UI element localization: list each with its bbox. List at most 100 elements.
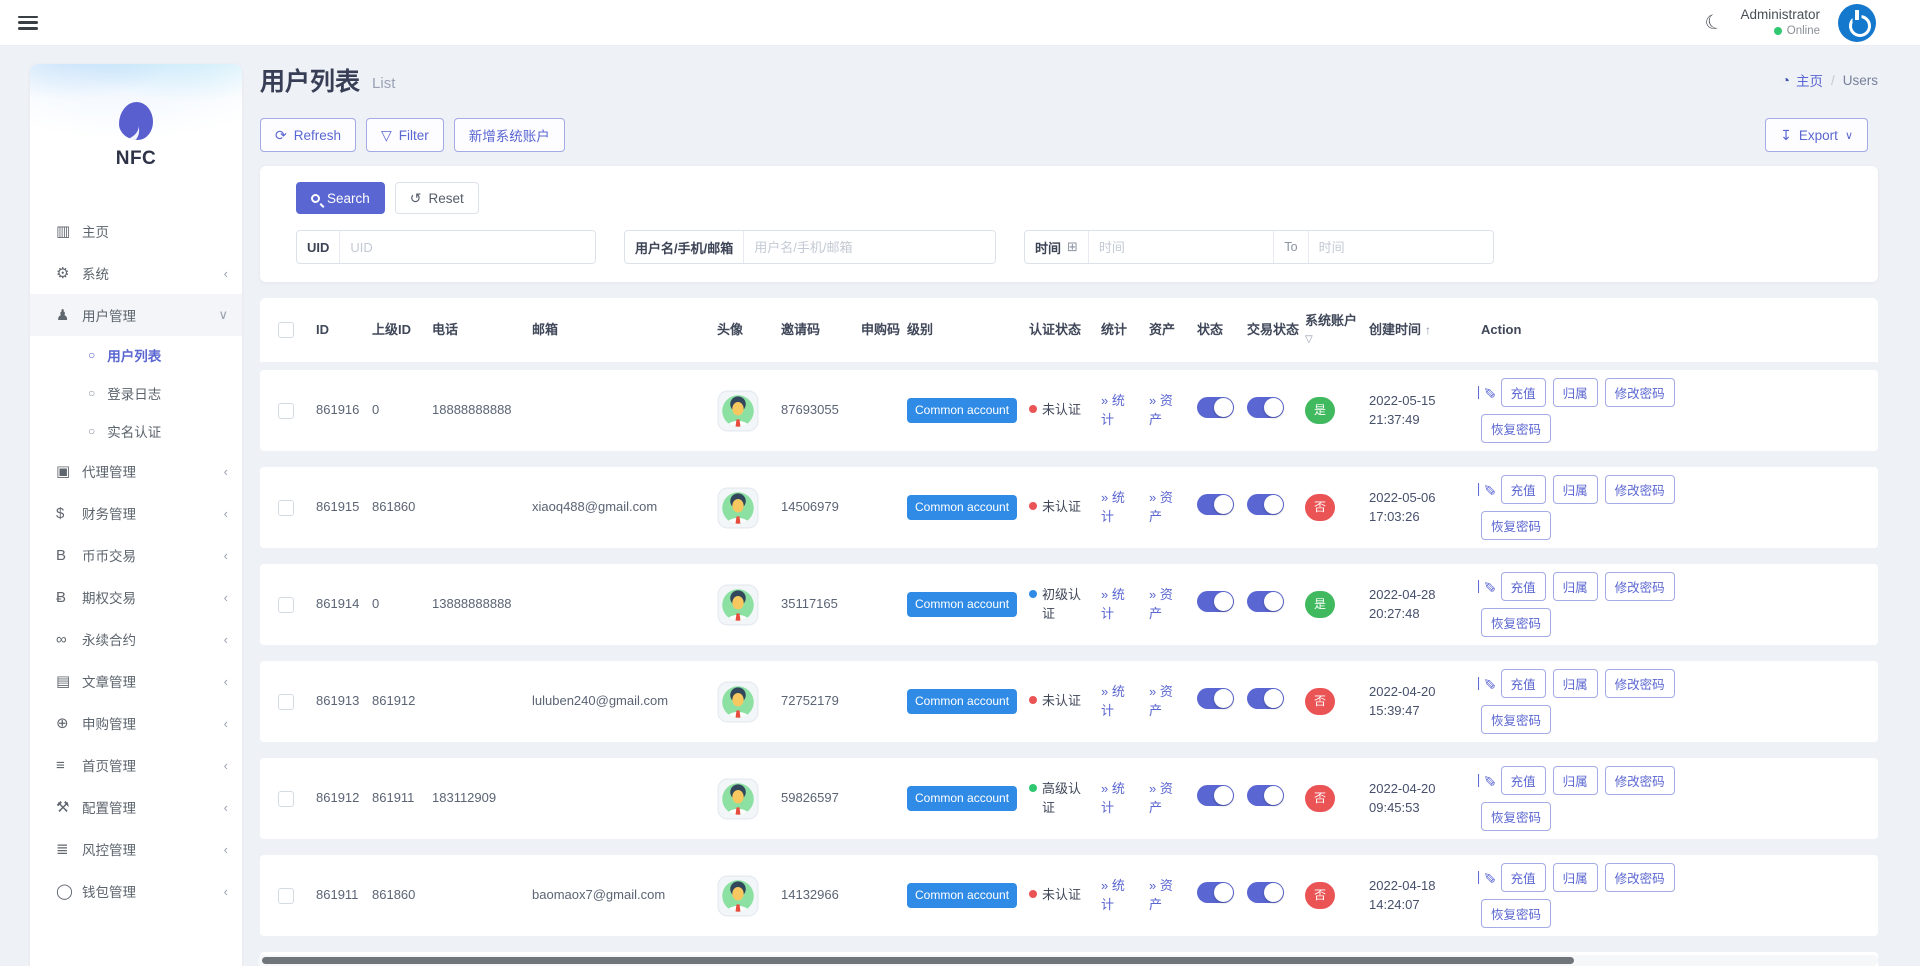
sidebar-item-finance-management[interactable]: $财务管理‹ xyxy=(30,492,242,534)
sidebar-item-article-management[interactable]: ▤文章管理‹ xyxy=(30,660,242,702)
breadcrumb-home-link[interactable]: ◔主页 xyxy=(1782,70,1823,90)
sidebar-item-home[interactable]: ▥主页 xyxy=(30,210,242,252)
assets-link[interactable]: » 资产 xyxy=(1149,489,1185,527)
user-info[interactable]: Administrator Online xyxy=(1740,7,1820,38)
status-toggle[interactable] xyxy=(1197,494,1234,515)
col-created[interactable]: 创建时间↑ xyxy=(1369,321,1481,340)
sidebar-item-subscription-management[interactable]: ⊕申购管理‹ xyxy=(30,702,242,744)
edit-pencil-icon[interactable]: ✎ xyxy=(1479,386,1497,399)
restore-password-button[interactable]: 恢复密码 xyxy=(1481,414,1551,443)
restore-password-button[interactable]: 恢复密码 xyxy=(1481,899,1551,928)
restore-password-button[interactable]: 恢复密码 xyxy=(1481,705,1551,734)
belong-button[interactable]: 归属 xyxy=(1553,475,1598,504)
add-system-account-button[interactable]: 新增系统账户 xyxy=(454,118,565,152)
edit-pencil-icon[interactable]: ✎ xyxy=(1479,580,1497,593)
trade-status-toggle[interactable] xyxy=(1247,785,1284,806)
recharge-button[interactable]: 充值 xyxy=(1501,863,1546,892)
status-toggle[interactable] xyxy=(1197,591,1234,612)
sidebar-item-config-management[interactable]: ⚒配置管理‹ xyxy=(30,786,242,828)
change-password-button[interactable]: 修改密码 xyxy=(1605,378,1675,407)
assets-link[interactable]: » 资产 xyxy=(1149,877,1185,915)
select-all-checkbox[interactable] xyxy=(278,322,294,338)
restore-password-button[interactable]: 恢复密码 xyxy=(1481,802,1551,831)
belong-button[interactable]: 归属 xyxy=(1553,669,1598,698)
row-checkbox[interactable] xyxy=(278,791,294,807)
belong-button[interactable]: 归属 xyxy=(1553,378,1598,407)
article-icon: ▤ xyxy=(56,672,82,690)
edit-pencil-icon[interactable]: ✎ xyxy=(1479,774,1497,787)
time-end-input[interactable] xyxy=(1309,231,1493,263)
status-toggle[interactable] xyxy=(1197,785,1234,806)
status-toggle[interactable] xyxy=(1197,688,1234,709)
export-button[interactable]: ↧Export∨ xyxy=(1765,118,1868,152)
restore-password-button[interactable]: 恢复密码 xyxy=(1481,511,1551,540)
hamburger-menu-icon[interactable] xyxy=(18,16,38,30)
stats-link[interactable]: » 统计 xyxy=(1101,586,1137,624)
row-checkbox[interactable] xyxy=(278,597,294,613)
uid-input[interactable] xyxy=(340,231,595,263)
row-checkbox[interactable] xyxy=(278,403,294,419)
trade-status-toggle[interactable] xyxy=(1247,591,1284,612)
dark-mode-moon-icon[interactable]: ☾ xyxy=(1702,10,1725,35)
recharge-button[interactable]: 充值 xyxy=(1501,766,1546,795)
recharge-button[interactable]: 充值 xyxy=(1501,572,1546,601)
sidebar-item-user-management[interactable]: ♟用户管理∨ xyxy=(30,294,242,336)
refresh-button[interactable]: ⟳Refresh xyxy=(260,118,356,152)
recharge-button[interactable]: 充值 xyxy=(1501,378,1546,407)
change-password-button[interactable]: 修改密码 xyxy=(1605,766,1675,795)
row-checkbox[interactable] xyxy=(278,888,294,904)
cell-invite-code: 59826597 xyxy=(781,789,861,808)
sidebar-item-homepage-management[interactable]: ≡首页管理‹ xyxy=(30,744,242,786)
sidebar-item-wallet-management[interactable]: ◯钱包管理‹ xyxy=(30,870,242,912)
sidebar-item-system[interactable]: ⚙系统‹ xyxy=(30,252,242,294)
status-toggle[interactable] xyxy=(1197,882,1234,903)
time-start-input[interactable] xyxy=(1089,231,1273,263)
reset-button[interactable]: ↺Reset xyxy=(395,182,479,214)
sidebar-subitem-login-logs[interactable]: ○登录日志 xyxy=(30,374,242,412)
stats-link[interactable]: » 统计 xyxy=(1101,392,1137,430)
change-password-button[interactable]: 修改密码 xyxy=(1605,572,1675,601)
change-password-button[interactable]: 修改密码 xyxy=(1605,863,1675,892)
trade-status-toggle[interactable] xyxy=(1247,494,1284,515)
sidebar-item-agent-management[interactable]: ▣代理管理‹ xyxy=(30,450,242,492)
belong-button[interactable]: 归属 xyxy=(1553,863,1598,892)
assets-link[interactable]: » 资产 xyxy=(1149,392,1185,430)
change-password-button[interactable]: 修改密码 xyxy=(1605,475,1675,504)
assets-link[interactable]: » 资产 xyxy=(1149,780,1185,818)
assets-link[interactable]: » 资产 xyxy=(1149,683,1185,721)
sidebar-item-perpetual-contract[interactable]: ∞永续合约‹ xyxy=(30,618,242,660)
change-password-button[interactable]: 修改密码 xyxy=(1605,669,1675,698)
trade-status-toggle[interactable] xyxy=(1247,882,1284,903)
cell-parent-id: 0 xyxy=(372,401,432,420)
horizontal-scrollbar-thumb[interactable] xyxy=(262,957,1574,964)
sidebar-subitem-user-list[interactable]: ○用户列表 xyxy=(30,336,242,374)
filter-button[interactable]: ▽Filter xyxy=(366,118,444,152)
restore-password-button[interactable]: 恢复密码 xyxy=(1481,608,1551,637)
sidebar-item-risk-management[interactable]: ≣风控管理‹ xyxy=(30,828,242,870)
sidebar-item-spot-trading[interactable]: B币币交易‹ xyxy=(30,534,242,576)
status-toggle[interactable] xyxy=(1197,397,1234,418)
belong-button[interactable]: 归属 xyxy=(1553,572,1598,601)
sidebar-subitem-real-name-auth[interactable]: ○实名认证 xyxy=(30,412,242,450)
recharge-button[interactable]: 充值 xyxy=(1501,475,1546,504)
row-checkbox[interactable] xyxy=(278,694,294,710)
trade-status-toggle[interactable] xyxy=(1247,688,1284,709)
account-input[interactable] xyxy=(744,231,995,263)
search-button[interactable]: Search xyxy=(296,182,385,214)
chevron-left-icon: ‹ xyxy=(224,884,228,899)
recharge-button[interactable]: 充值 xyxy=(1501,669,1546,698)
stats-link[interactable]: » 统计 xyxy=(1101,489,1137,527)
assets-link[interactable]: » 资产 xyxy=(1149,586,1185,624)
belong-button[interactable]: 归属 xyxy=(1553,766,1598,795)
edit-pencil-icon[interactable]: ✎ xyxy=(1479,677,1497,690)
trade-status-toggle[interactable] xyxy=(1247,397,1284,418)
avatar[interactable] xyxy=(1838,4,1876,42)
stats-link[interactable]: » 统计 xyxy=(1101,877,1137,915)
sidebar-item-options-trading[interactable]: Ƀ期权交易‹ xyxy=(30,576,242,618)
edit-pencil-icon[interactable]: ✎ xyxy=(1479,483,1497,496)
edit-pencil-icon[interactable]: ✎ xyxy=(1479,871,1497,884)
row-checkbox[interactable] xyxy=(278,500,294,516)
stats-link[interactable]: » 统计 xyxy=(1101,683,1137,721)
stats-link[interactable]: » 统计 xyxy=(1101,780,1137,818)
column-filter-funnel-icon[interactable]: ▽ xyxy=(1305,333,1359,348)
